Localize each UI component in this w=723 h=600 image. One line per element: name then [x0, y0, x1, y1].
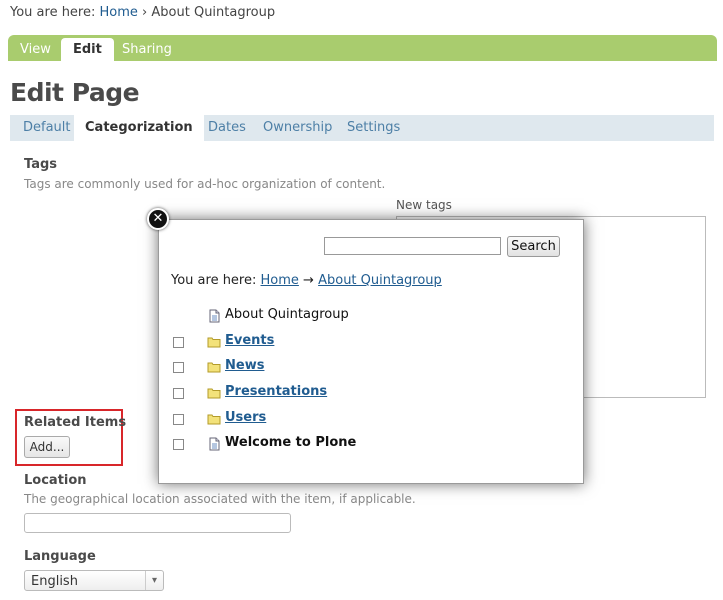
- popup-breadcrumb: You are here: Home → About Quintagroup: [171, 273, 442, 288]
- document-icon: [207, 437, 221, 451]
- related-items-label: Related Items: [24, 415, 127, 430]
- popup-item-link-presentations[interactable]: Presentations: [225, 384, 327, 399]
- related-items-popup: [158, 219, 584, 484]
- popup-item-label: Welcome to Plone: [225, 435, 357, 450]
- folder-icon: [207, 386, 221, 400]
- fieldset-tabs: Default Categorization Dates Ownership S…: [10, 115, 714, 141]
- popup-breadcrumb-arrow: →: [303, 273, 314, 288]
- tags-label: Tags: [24, 157, 58, 172]
- popup-item-link-events[interactable]: Events: [225, 333, 274, 348]
- folder-icon: [207, 335, 221, 349]
- breadcrumb-separator: ›: [142, 5, 148, 20]
- popup-item-label: About Quintagroup: [225, 307, 349, 322]
- item-checkbox[interactable]: [173, 414, 184, 425]
- related-items-add-button[interactable]: Add...: [24, 436, 70, 458]
- new-tags-label: New tags: [396, 198, 452, 212]
- close-icon[interactable]: ✕: [147, 208, 169, 230]
- language-label: Language: [24, 549, 96, 564]
- language-selected-value: English: [31, 574, 78, 589]
- breadcrumb-home-link[interactable]: Home: [100, 5, 138, 20]
- document-icon: [207, 309, 221, 323]
- tags-help: Tags are commonly used for ad-hoc organi…: [24, 177, 386, 191]
- fieldset-tab-categorization[interactable]: Categorization: [74, 115, 204, 141]
- item-checkbox[interactable]: [173, 362, 184, 373]
- item-checkbox[interactable]: [173, 439, 184, 450]
- popup-search-button[interactable]: Search: [507, 236, 560, 257]
- fieldset-tab-dates[interactable]: Dates: [197, 115, 257, 141]
- item-checkbox[interactable]: [173, 337, 184, 348]
- location-help: The geographical location associated wit…: [24, 492, 416, 506]
- popup-breadcrumb-current-link[interactable]: About Quintagroup: [318, 273, 442, 288]
- item-checkbox[interactable]: [173, 388, 184, 399]
- popup-breadcrumb-prefix: You are here:: [171, 273, 257, 288]
- popup-breadcrumb-home-link[interactable]: Home: [261, 273, 299, 288]
- breadcrumb: You are here: Home › About Quintagroup: [10, 5, 275, 20]
- chevron-down-icon: ▾: [145, 571, 163, 590]
- tab-view[interactable]: View: [8, 38, 63, 61]
- page-title: Edit Page: [10, 78, 140, 107]
- location-label: Location: [24, 473, 87, 488]
- tab-edit[interactable]: Edit: [61, 38, 114, 61]
- breadcrumb-current: About Quintagroup: [151, 5, 276, 20]
- folder-icon: [207, 412, 221, 426]
- tab-sharing[interactable]: Sharing: [110, 38, 184, 61]
- language-select[interactable]: English ▾: [24, 570, 164, 591]
- folder-icon: [207, 360, 221, 374]
- popup-item-link-news[interactable]: News: [225, 358, 264, 373]
- breadcrumb-prefix: You are here:: [10, 5, 96, 20]
- popup-search-input[interactable]: [324, 237, 501, 255]
- location-input[interactable]: [24, 513, 291, 533]
- fieldset-tab-settings[interactable]: Settings: [336, 115, 411, 141]
- popup-item-link-users[interactable]: Users: [225, 410, 266, 425]
- fieldset-tab-ownership[interactable]: Ownership: [252, 115, 343, 141]
- edit-bar: View Edit Sharing: [8, 35, 717, 61]
- fieldset-tab-default[interactable]: Default: [12, 115, 82, 141]
